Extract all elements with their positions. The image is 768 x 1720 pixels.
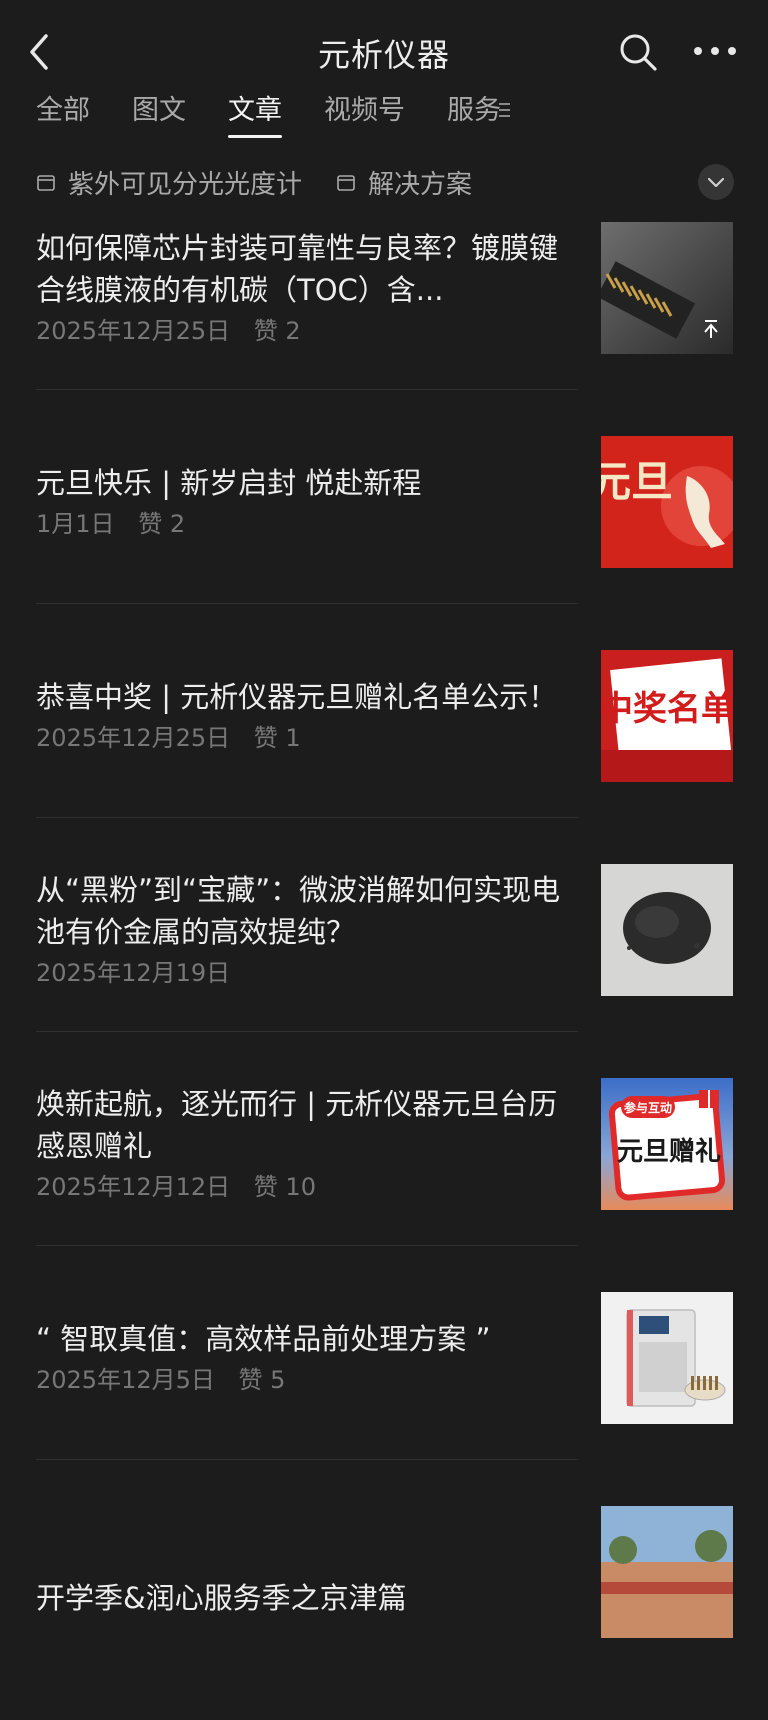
article-meta: 2025年12月12日 赞 10 xyxy=(36,1169,576,1205)
tab-menu-icon[interactable] xyxy=(496,94,516,128)
article-text: 元旦快乐 | 新岁启封 悦赴新程 1月1日 赞 2 xyxy=(36,436,576,568)
filter-label: 解决方案 xyxy=(368,169,473,200)
tab-articles[interactable]: 文章 xyxy=(228,88,282,138)
article-meta: 2025年12月25日 赞 1 xyxy=(36,720,576,756)
collection-filters: 紫外可见分光光度计 解决方案 xyxy=(36,162,506,202)
article-item[interactable]: 如何保障芯片封装可靠性与良率？镀膜键合线膜液的有机碳（TOC）含... 2025… xyxy=(36,222,734,436)
article-item[interactable]: 恭喜中奖 | 元析仪器元旦赠礼名单公示！ 2025年12月25日 赞 1 中奖名… xyxy=(36,650,734,864)
collection-icon xyxy=(337,175,355,191)
article-text: 恭喜中奖 | 元析仪器元旦赠礼名单公示！ 2025年12月25日 赞 1 xyxy=(36,650,576,782)
article-title: 从“黑粉”到“宝藏”：微波消解如何实现电池有价金属的高效提纯？ xyxy=(36,873,561,949)
article-text: 从“黑粉”到“宝藏”：微波消解如何实现电池有价金属的高效提纯？ 2025年12月… xyxy=(36,864,576,996)
chip-image xyxy=(601,222,733,354)
tab-channels[interactable]: 视频号 xyxy=(324,88,405,138)
article-likes: 赞 5 xyxy=(238,1366,286,1394)
new-year-image: 元旦 xyxy=(601,436,733,568)
article-date: 1月1日 xyxy=(36,510,115,538)
collection-icon xyxy=(37,175,55,191)
svg-text:参与互动: 参与互动 xyxy=(624,1100,672,1115)
article-text: “ 智取真值：高效样品前处理方案 ” 2025年12月5日 赞 5 xyxy=(36,1292,576,1424)
article-text: 如何保障芯片封装可靠性与良率？镀膜键合线膜液的有机碳（TOC）含... 2025… xyxy=(36,222,576,354)
article-item[interactable]: 从“黑粉”到“宝藏”：微波消解如何实现电池有价金属的高效提纯？ 2025年12月… xyxy=(36,864,734,1078)
article-title: 开学季&润心服务季之京津篇 xyxy=(36,1581,407,1615)
divider xyxy=(36,1459,578,1460)
divider xyxy=(36,603,578,604)
tab-image-text[interactable]: 图文 xyxy=(132,88,186,138)
article-meta: 2025年12月19日 xyxy=(36,955,576,991)
chevron-down-icon[interactable] xyxy=(698,164,734,200)
svg-text:元旦赠礼: 元旦赠礼 xyxy=(617,1136,721,1166)
top-bar: 元析仪器 xyxy=(0,0,768,96)
black-powder-image xyxy=(601,864,733,996)
svg-text:元旦: 元旦 xyxy=(601,460,673,506)
article-item[interactable]: 焕新起航，逐光而行 | 元析仪器元旦台历感恩赠礼 2025年12月12日 赞 1… xyxy=(36,1078,734,1292)
filter-label: 紫外可见分光光度计 xyxy=(68,169,303,200)
campus-image xyxy=(601,1506,733,1638)
divider xyxy=(36,817,578,818)
article-item[interactable]: “ 智取真值：高效样品前处理方案 ” 2025年12月5日 赞 5 xyxy=(36,1292,734,1506)
article-likes: 赞 2 xyxy=(138,510,186,538)
tab-services[interactable]: 服务 xyxy=(447,88,501,138)
article-meta: 2025年12月25日 赞 2 xyxy=(36,313,576,349)
winner-list-image: 中奖名单 xyxy=(601,650,733,782)
divider xyxy=(36,389,578,390)
article-text: 焕新起航，逐光而行 | 元析仪器元旦台历感恩赠礼 2025年12月12日 赞 1… xyxy=(36,1078,576,1210)
instrument-image xyxy=(601,1292,733,1424)
article-date: 2025年12月5日 xyxy=(36,1366,215,1394)
article-date: 2025年12月12日 xyxy=(36,1173,231,1201)
more-options-icon[interactable] xyxy=(692,36,738,66)
article-item[interactable]: 元旦快乐 | 新岁启封 悦赴新程 1月1日 赞 2 元旦 xyxy=(36,436,734,650)
article-title: 焕新起航，逐光而行 | 元析仪器元旦台历感恩赠礼 xyxy=(36,1087,558,1163)
article-likes: 赞 2 xyxy=(253,317,301,345)
search-icon[interactable] xyxy=(618,32,658,72)
article-title: 元旦快乐 | 新岁启封 悦赴新程 xyxy=(36,466,422,500)
article-likes: 赞 1 xyxy=(253,724,301,752)
divider xyxy=(36,1245,578,1246)
gift-image: 参与互动 元旦赠礼 xyxy=(601,1078,733,1210)
tab-bar: 全部 图文 文章 视频号 服务 xyxy=(36,88,543,144)
svg-text:中奖名单: 中奖名单 xyxy=(601,690,733,728)
article-meta: 2025年12月5日 赞 5 xyxy=(36,1362,576,1398)
filter-solutions[interactable]: 解决方案 xyxy=(336,164,472,201)
article-title: 恭喜中奖 | 元析仪器元旦赠礼名单公示！ xyxy=(36,680,558,714)
article-title: “ 智取真值：高效样品前处理方案 ” xyxy=(36,1322,491,1356)
article-date: 2025年12月25日 xyxy=(36,317,231,345)
article-date: 2025年12月19日 xyxy=(36,959,231,987)
article-likes: 赞 10 xyxy=(253,1173,316,1201)
filter-uv-spectrophotometer[interactable]: 紫外可见分光光度计 xyxy=(36,164,302,201)
article-date: 2025年12月25日 xyxy=(36,724,231,752)
tab-all[interactable]: 全部 xyxy=(36,88,90,138)
article-meta: 1月1日 赞 2 xyxy=(36,506,576,542)
article-text: 开学季&润心服务季之京津篇 xyxy=(36,1532,576,1664)
article-list: 如何保障芯片封装可靠性与良率？镀膜键合线膜液的有机碳（TOC）含... 2025… xyxy=(36,222,734,1720)
article-item[interactable]: 开学季&润心服务季之京津篇 xyxy=(36,1506,734,1720)
article-title: 如何保障芯片封装可靠性与良率？镀膜键合线膜液的有机碳（TOC）含... xyxy=(36,231,559,307)
divider xyxy=(36,1031,578,1032)
